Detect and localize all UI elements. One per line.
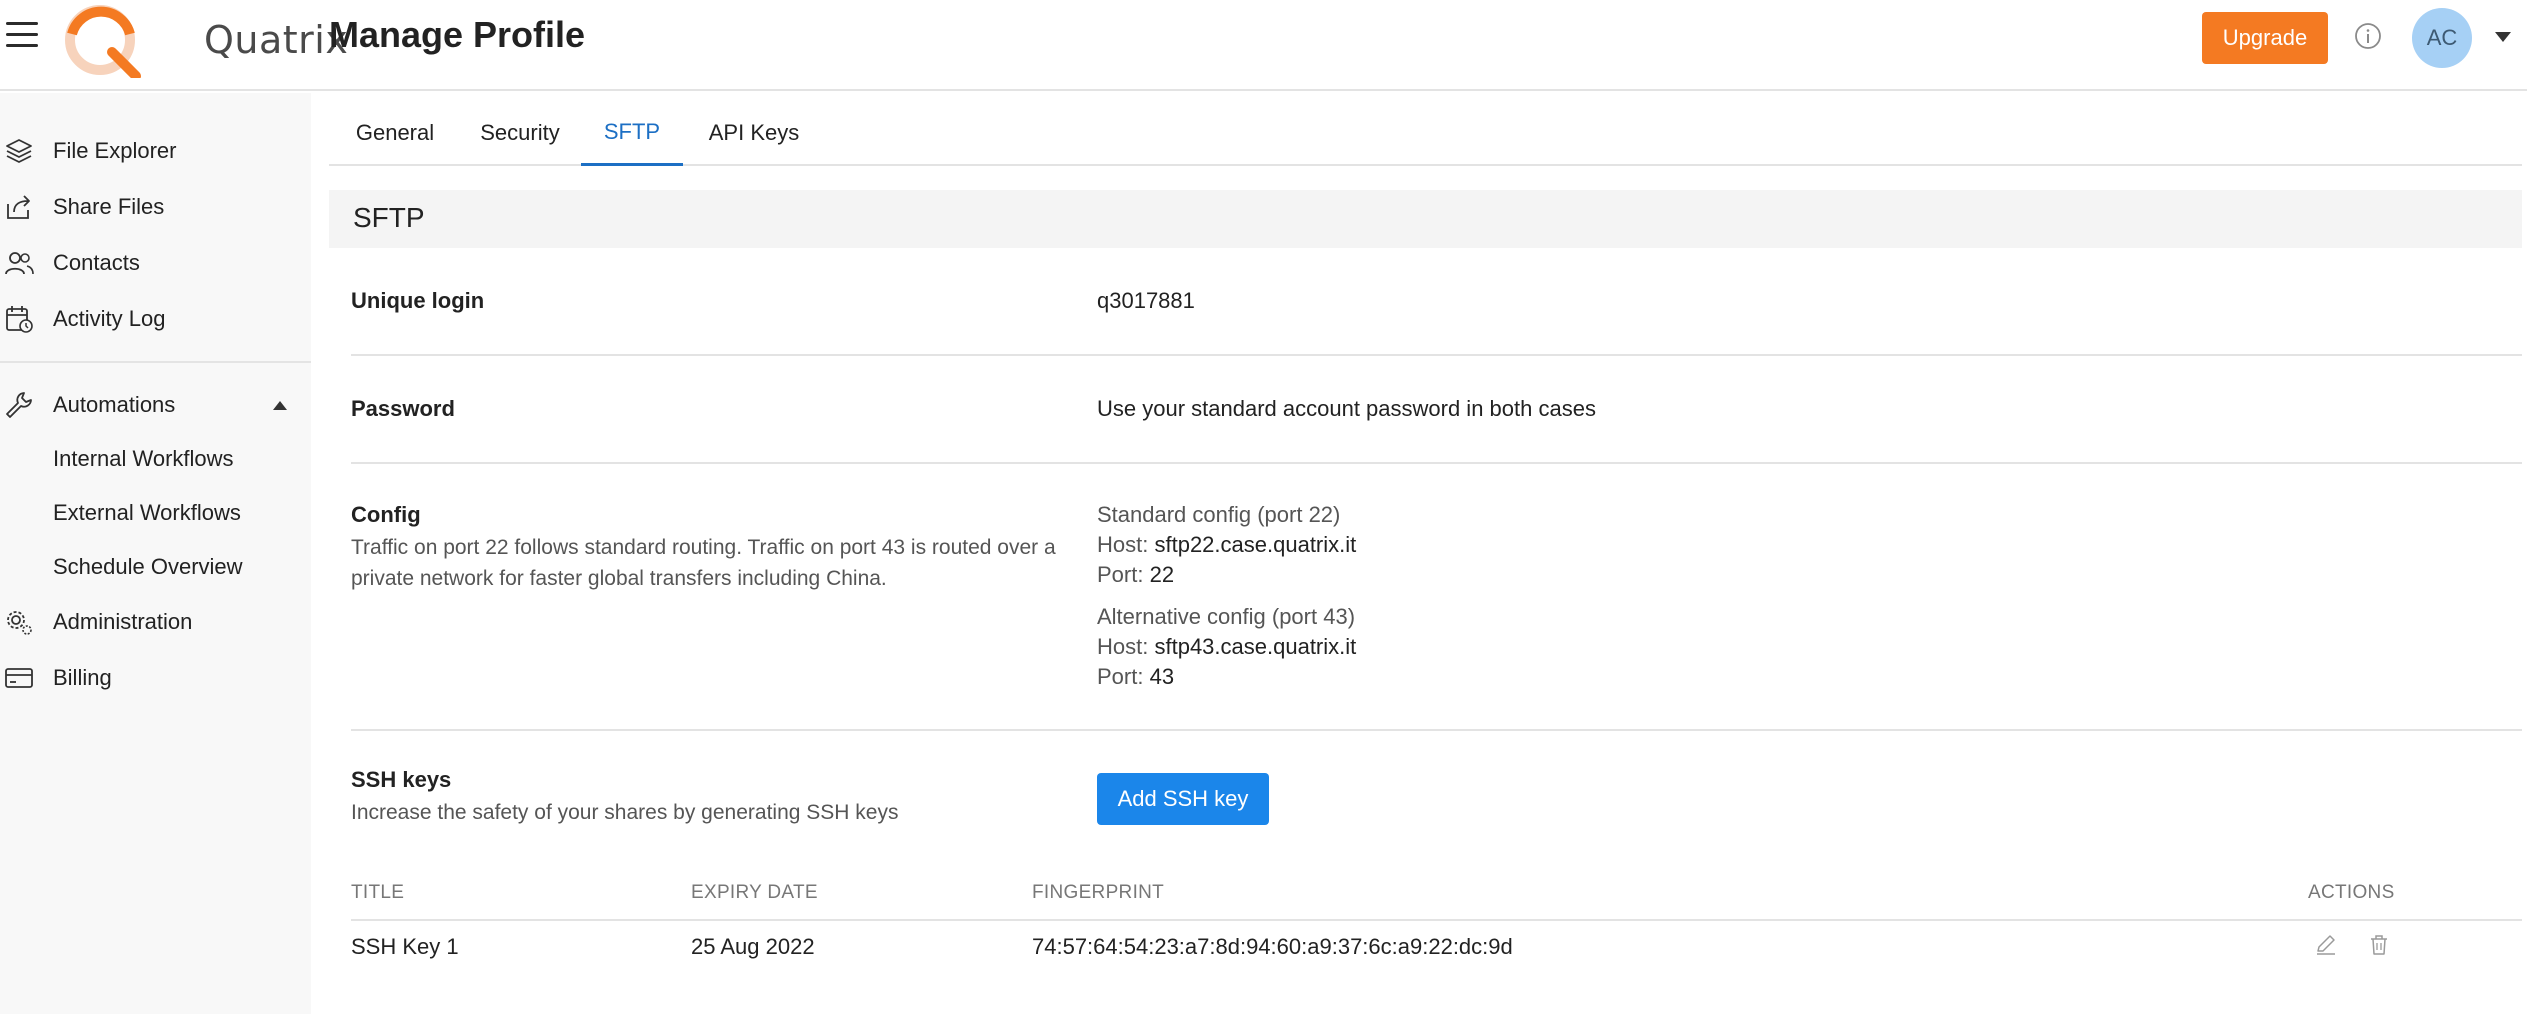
ssh-keys-description: Increase the safety of your shares by ge…: [351, 801, 899, 824]
collapse-caret-icon[interactable]: [273, 400, 287, 410]
sidebar-item-share-files[interactable]: Share Files: [0, 183, 311, 231]
sidebar-item-label: Billing: [53, 665, 112, 690]
sidebar-item-billing[interactable]: Billing: [0, 654, 311, 702]
sidebar-item-automations[interactable]: Automations: [0, 381, 311, 429]
hamburger-menu-icon[interactable]: [6, 22, 38, 50]
config-description: Traffic on port 22 follows standard rout…: [351, 536, 1056, 590]
delete-trash-icon[interactable]: [2366, 932, 2392, 958]
sidebar-item-label: Automations: [53, 392, 176, 417]
ssh-key-expiry: 25 Aug 2022: [691, 934, 815, 959]
sidebar-item-file-explorer[interactable]: File Explorer: [0, 127, 311, 175]
gears-icon: [7, 611, 32, 635]
tab-sftp[interactable]: SFTP: [581, 100, 683, 166]
account-dropdown-icon[interactable]: [2495, 32, 2511, 42]
password-value: Use your standard account password in bo…: [1097, 396, 1596, 421]
alternative-config-title: Alternative config (port 43): [1097, 604, 1356, 629]
ssh-keys-label: SSH keys: [351, 767, 452, 792]
ssh-key-title: SSH Key 1: [351, 934, 459, 959]
sidebar-item-activity-log[interactable]: Activity Log: [0, 295, 311, 343]
page-title: Manage Profile: [329, 14, 586, 55]
ssh-key-fingerprint: 74:57:64:54:23:a7:8d:94:60:a9:37:6c:a9:2…: [1032, 934, 1513, 959]
sidebar-item-label: File Explorer: [53, 138, 177, 163]
contacts-icon: [5, 252, 34, 275]
tab-security[interactable]: Security: [461, 100, 579, 166]
section-header: SFTP: [329, 190, 2522, 248]
share-icon: [7, 195, 30, 219]
sidebar-item-label: Administration: [53, 609, 193, 634]
logo-text: Quatrix: [204, 18, 349, 62]
edit-pencil-icon[interactable]: [2313, 932, 2339, 958]
alternative-port-value: 43: [1149, 664, 1175, 689]
tab-general[interactable]: General: [329, 100, 461, 166]
sidebar-item-label: Contacts: [53, 250, 140, 275]
table-header-divider: [351, 919, 2522, 921]
column-header-expiry: EXPIRY DATE: [691, 882, 818, 903]
sidebar: File Explorer Share Files Contacts Activ…: [0, 93, 311, 1014]
info-icon[interactable]: [2354, 22, 2382, 50]
sidebar-subitem-external-workflows[interactable]: External Workflows: [53, 500, 241, 526]
standard-host-value: sftp22.case.quatrix.it: [1154, 532, 1357, 557]
standard-config-port: Port: 22: [1097, 562, 1174, 588]
port-label: Port:: [1097, 664, 1144, 689]
column-header-actions: ACTIONS: [2308, 882, 2395, 903]
divider: [351, 354, 2522, 356]
standard-port-value: 22: [1149, 562, 1175, 587]
password-label: Password: [351, 396, 455, 421]
alternative-config-port: Port: 43: [1097, 664, 1174, 690]
column-header-fingerprint: FINGERPRINT: [1032, 882, 1165, 903]
layers-icon: [6, 139, 32, 163]
port-label: Port:: [1097, 562, 1144, 587]
quatrix-logo[interactable]: Quatrix: [56, 0, 348, 81]
alternative-host-value: sftp43.case.quatrix.it: [1154, 634, 1357, 659]
section-title: SFTP: [353, 202, 425, 233]
divider: [351, 729, 2522, 731]
standard-config-host: Host: sftp22.case.quatrix.it: [1097, 532, 1356, 558]
sidebar-item-administration[interactable]: Administration: [0, 598, 311, 646]
activity-log-icon: [6, 306, 33, 333]
divider: [351, 462, 2522, 464]
host-label: Host:: [1097, 634, 1149, 659]
sidebar-divider: [0, 361, 311, 363]
wrench-icon: [6, 392, 32, 418]
card-icon: [5, 668, 33, 688]
sidebar-item-label: Share Files: [53, 194, 165, 219]
sidebar-item-contacts[interactable]: Contacts: [0, 239, 311, 287]
alternative-config-host: Host: sftp43.case.quatrix.it: [1097, 634, 1356, 660]
unique-login-label: Unique login: [351, 288, 485, 313]
tab-api-keys[interactable]: API Keys: [687, 100, 821, 166]
top-header: Quatrix Manage Profile Upgrade AC: [0, 0, 2527, 91]
sidebar-subitem-schedule-overview[interactable]: Schedule Overview: [53, 554, 243, 580]
host-label: Host:: [1097, 532, 1149, 557]
config-label: Config: [351, 502, 421, 527]
sidebar-item-label: Activity Log: [53, 306, 166, 331]
sidebar-subitem-internal-workflows[interactable]: Internal Workflows: [53, 446, 234, 472]
column-header-title: TITLE: [351, 882, 405, 903]
upgrade-button[interactable]: Upgrade: [2202, 12, 2328, 64]
logo-mark-icon: [65, 5, 141, 81]
unique-login-value: q3017881: [1097, 288, 1195, 313]
avatar[interactable]: AC: [2412, 8, 2472, 68]
add-ssh-key-button[interactable]: Add SSH key: [1097, 773, 1269, 825]
standard-config-title: Standard config (port 22): [1097, 502, 1341, 527]
profile-tabs: General Security SFTP API Keys: [329, 100, 2522, 166]
